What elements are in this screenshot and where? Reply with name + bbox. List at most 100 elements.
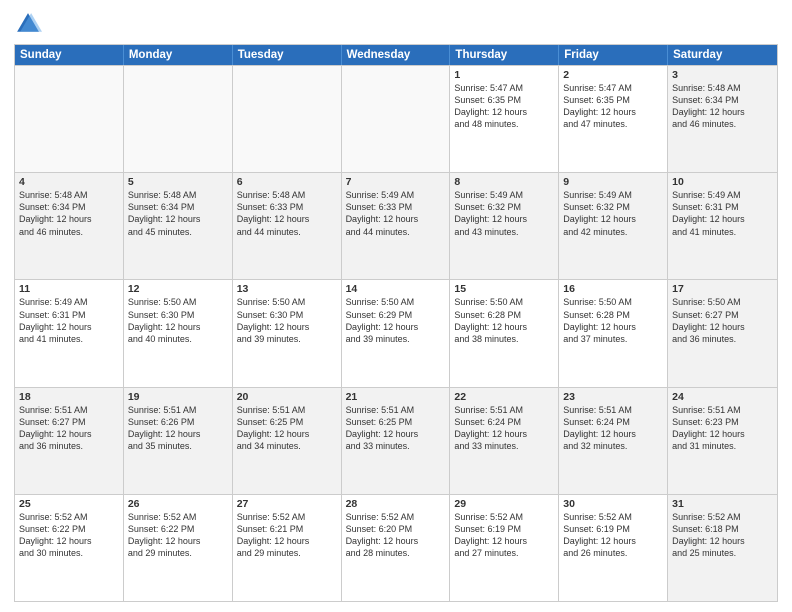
day-number: 8: [454, 176, 554, 188]
calendar-header-tuesday: Tuesday: [233, 45, 342, 65]
calendar-cell-25: 25Sunrise: 5:52 AM Sunset: 6:22 PM Dayli…: [15, 495, 124, 601]
cell-info: Sunrise: 5:50 AM Sunset: 6:28 PM Dayligh…: [563, 296, 663, 345]
calendar-cell-8: 8Sunrise: 5:49 AM Sunset: 6:32 PM Daylig…: [450, 173, 559, 279]
calendar-cell-10: 10Sunrise: 5:49 AM Sunset: 6:31 PM Dayli…: [668, 173, 777, 279]
cell-info: Sunrise: 5:49 AM Sunset: 6:32 PM Dayligh…: [563, 189, 663, 238]
calendar-cell-26: 26Sunrise: 5:52 AM Sunset: 6:22 PM Dayli…: [124, 495, 233, 601]
cell-info: Sunrise: 5:48 AM Sunset: 6:34 PM Dayligh…: [128, 189, 228, 238]
calendar-cell-12: 12Sunrise: 5:50 AM Sunset: 6:30 PM Dayli…: [124, 280, 233, 386]
day-number: 11: [19, 283, 119, 295]
calendar-cell-31: 31Sunrise: 5:52 AM Sunset: 6:18 PM Dayli…: [668, 495, 777, 601]
cell-info: Sunrise: 5:47 AM Sunset: 6:35 PM Dayligh…: [454, 82, 554, 131]
cell-info: Sunrise: 5:47 AM Sunset: 6:35 PM Dayligh…: [563, 82, 663, 131]
cell-info: Sunrise: 5:50 AM Sunset: 6:28 PM Dayligh…: [454, 296, 554, 345]
calendar-cell-3: 3Sunrise: 5:48 AM Sunset: 6:34 PM Daylig…: [668, 66, 777, 172]
calendar-cell-5: 5Sunrise: 5:48 AM Sunset: 6:34 PM Daylig…: [124, 173, 233, 279]
calendar-week-5: 25Sunrise: 5:52 AM Sunset: 6:22 PM Dayli…: [15, 494, 777, 601]
day-number: 4: [19, 176, 119, 188]
calendar-cell-23: 23Sunrise: 5:51 AM Sunset: 6:24 PM Dayli…: [559, 388, 668, 494]
day-number: 30: [563, 498, 663, 510]
calendar-header-row: SundayMondayTuesdayWednesdayThursdayFrid…: [15, 45, 777, 65]
calendar-cell-27: 27Sunrise: 5:52 AM Sunset: 6:21 PM Dayli…: [233, 495, 342, 601]
day-number: 7: [346, 176, 446, 188]
calendar-header-friday: Friday: [559, 45, 668, 65]
cell-info: Sunrise: 5:48 AM Sunset: 6:33 PM Dayligh…: [237, 189, 337, 238]
cell-info: Sunrise: 5:50 AM Sunset: 6:30 PM Dayligh…: [128, 296, 228, 345]
calendar-header-saturday: Saturday: [668, 45, 777, 65]
cell-info: Sunrise: 5:50 AM Sunset: 6:30 PM Dayligh…: [237, 296, 337, 345]
calendar-cell-17: 17Sunrise: 5:50 AM Sunset: 6:27 PM Dayli…: [668, 280, 777, 386]
day-number: 26: [128, 498, 228, 510]
calendar-cell-22: 22Sunrise: 5:51 AM Sunset: 6:24 PM Dayli…: [450, 388, 559, 494]
cell-info: Sunrise: 5:50 AM Sunset: 6:29 PM Dayligh…: [346, 296, 446, 345]
cell-info: Sunrise: 5:48 AM Sunset: 6:34 PM Dayligh…: [672, 82, 773, 131]
cell-info: Sunrise: 5:52 AM Sunset: 6:20 PM Dayligh…: [346, 511, 446, 560]
cell-info: Sunrise: 5:51 AM Sunset: 6:27 PM Dayligh…: [19, 404, 119, 453]
cell-info: Sunrise: 5:49 AM Sunset: 6:33 PM Dayligh…: [346, 189, 446, 238]
cell-info: Sunrise: 5:48 AM Sunset: 6:34 PM Dayligh…: [19, 189, 119, 238]
day-number: 13: [237, 283, 337, 295]
day-number: 18: [19, 391, 119, 403]
calendar-cell-empty: [342, 66, 451, 172]
calendar-cell-18: 18Sunrise: 5:51 AM Sunset: 6:27 PM Dayli…: [15, 388, 124, 494]
calendar-body: 1Sunrise: 5:47 AM Sunset: 6:35 PM Daylig…: [15, 65, 777, 601]
cell-info: Sunrise: 5:52 AM Sunset: 6:19 PM Dayligh…: [454, 511, 554, 560]
cell-info: Sunrise: 5:51 AM Sunset: 6:25 PM Dayligh…: [237, 404, 337, 453]
day-number: 21: [346, 391, 446, 403]
cell-info: Sunrise: 5:49 AM Sunset: 6:31 PM Dayligh…: [672, 189, 773, 238]
day-number: 19: [128, 391, 228, 403]
day-number: 23: [563, 391, 663, 403]
cell-info: Sunrise: 5:52 AM Sunset: 6:21 PM Dayligh…: [237, 511, 337, 560]
logo-icon: [14, 10, 42, 38]
calendar-cell-13: 13Sunrise: 5:50 AM Sunset: 6:30 PM Dayli…: [233, 280, 342, 386]
calendar-cell-29: 29Sunrise: 5:52 AM Sunset: 6:19 PM Dayli…: [450, 495, 559, 601]
calendar-cell-11: 11Sunrise: 5:49 AM Sunset: 6:31 PM Dayli…: [15, 280, 124, 386]
calendar-cell-empty: [15, 66, 124, 172]
cell-info: Sunrise: 5:52 AM Sunset: 6:22 PM Dayligh…: [19, 511, 119, 560]
calendar-cell-9: 9Sunrise: 5:49 AM Sunset: 6:32 PM Daylig…: [559, 173, 668, 279]
day-number: 5: [128, 176, 228, 188]
day-number: 31: [672, 498, 773, 510]
calendar-header-monday: Monday: [124, 45, 233, 65]
cell-info: Sunrise: 5:52 AM Sunset: 6:18 PM Dayligh…: [672, 511, 773, 560]
day-number: 27: [237, 498, 337, 510]
day-number: 12: [128, 283, 228, 295]
calendar-header-thursday: Thursday: [450, 45, 559, 65]
calendar-header-sunday: Sunday: [15, 45, 124, 65]
header: [14, 10, 778, 38]
calendar-cell-16: 16Sunrise: 5:50 AM Sunset: 6:28 PM Dayli…: [559, 280, 668, 386]
day-number: 22: [454, 391, 554, 403]
day-number: 17: [672, 283, 773, 295]
calendar-cell-14: 14Sunrise: 5:50 AM Sunset: 6:29 PM Dayli…: [342, 280, 451, 386]
cell-info: Sunrise: 5:52 AM Sunset: 6:22 PM Dayligh…: [128, 511, 228, 560]
cell-info: Sunrise: 5:51 AM Sunset: 6:24 PM Dayligh…: [563, 404, 663, 453]
cell-info: Sunrise: 5:50 AM Sunset: 6:27 PM Dayligh…: [672, 296, 773, 345]
calendar-week-2: 4Sunrise: 5:48 AM Sunset: 6:34 PM Daylig…: [15, 172, 777, 279]
day-number: 2: [563, 69, 663, 81]
calendar-cell-1: 1Sunrise: 5:47 AM Sunset: 6:35 PM Daylig…: [450, 66, 559, 172]
cell-info: Sunrise: 5:49 AM Sunset: 6:32 PM Dayligh…: [454, 189, 554, 238]
cell-info: Sunrise: 5:51 AM Sunset: 6:26 PM Dayligh…: [128, 404, 228, 453]
cell-info: Sunrise: 5:51 AM Sunset: 6:24 PM Dayligh…: [454, 404, 554, 453]
day-number: 3: [672, 69, 773, 81]
calendar-cell-28: 28Sunrise: 5:52 AM Sunset: 6:20 PM Dayli…: [342, 495, 451, 601]
calendar-cell-4: 4Sunrise: 5:48 AM Sunset: 6:34 PM Daylig…: [15, 173, 124, 279]
day-number: 6: [237, 176, 337, 188]
day-number: 10: [672, 176, 773, 188]
day-number: 29: [454, 498, 554, 510]
logo: [14, 10, 46, 38]
day-number: 15: [454, 283, 554, 295]
calendar-cell-30: 30Sunrise: 5:52 AM Sunset: 6:19 PM Dayli…: [559, 495, 668, 601]
calendar-cell-24: 24Sunrise: 5:51 AM Sunset: 6:23 PM Dayli…: [668, 388, 777, 494]
day-number: 1: [454, 69, 554, 81]
calendar-cell-19: 19Sunrise: 5:51 AM Sunset: 6:26 PM Dayli…: [124, 388, 233, 494]
day-number: 20: [237, 391, 337, 403]
day-number: 28: [346, 498, 446, 510]
calendar-cell-7: 7Sunrise: 5:49 AM Sunset: 6:33 PM Daylig…: [342, 173, 451, 279]
day-number: 14: [346, 283, 446, 295]
calendar-cell-6: 6Sunrise: 5:48 AM Sunset: 6:33 PM Daylig…: [233, 173, 342, 279]
cell-info: Sunrise: 5:52 AM Sunset: 6:19 PM Dayligh…: [563, 511, 663, 560]
calendar-cell-21: 21Sunrise: 5:51 AM Sunset: 6:25 PM Dayli…: [342, 388, 451, 494]
calendar-cell-empty: [233, 66, 342, 172]
calendar-header-wednesday: Wednesday: [342, 45, 451, 65]
